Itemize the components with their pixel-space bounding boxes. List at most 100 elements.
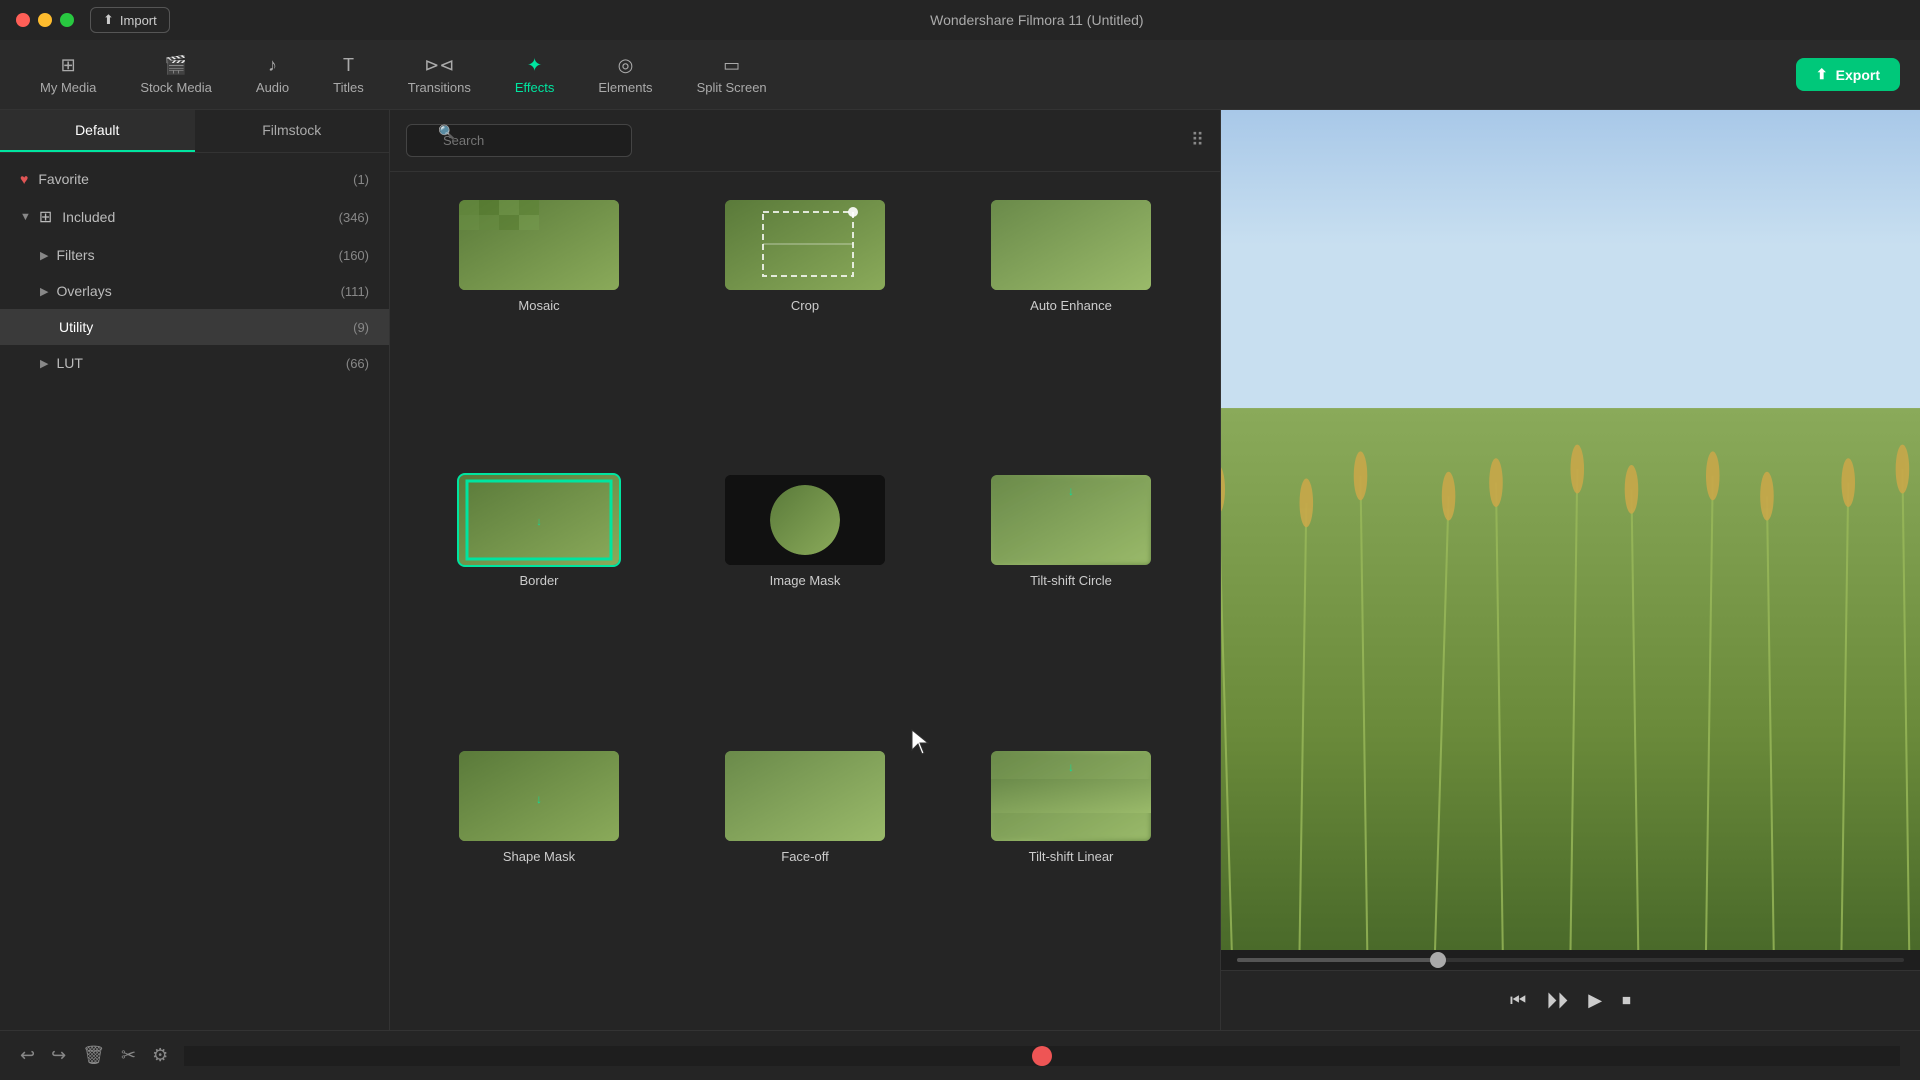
effect-item-auto-enhance[interactable]: Auto Enhance xyxy=(938,188,1204,463)
nav-item-split-screen[interactable]: ▭ Split Screen xyxy=(677,49,787,101)
sidebar: Default Filmstock ♥ Favorite (1) ▼ ⊞ Inc… xyxy=(0,110,390,1030)
export-icon: ⬆ xyxy=(1816,66,1828,83)
svg-text:↓: ↓ xyxy=(1068,484,1074,498)
included-icon: ⊞ xyxy=(39,207,52,227)
sidebar-lut-count: (66) xyxy=(346,356,369,371)
audio-icon: ♪ xyxy=(268,55,277,76)
sidebar-item-utility[interactable]: Utility (9) xyxy=(0,309,389,345)
effects-grid: Mosaic Crop xyxy=(390,172,1220,1030)
nav-label-stock-media: Stock Media xyxy=(140,80,212,95)
export-button[interactable]: ⬆ Export xyxy=(1796,58,1900,91)
effect-name-shape-mask: Shape Mask xyxy=(503,849,575,864)
nav-item-stock-media[interactable]: 🎬 Stock Media xyxy=(120,49,232,101)
effect-item-crop[interactable]: Crop xyxy=(672,188,938,463)
cut-button[interactable]: ✂ xyxy=(121,1045,136,1066)
preview-image xyxy=(1221,110,1920,950)
progress-bar-container xyxy=(1221,950,1920,970)
sidebar-tab-filmstock[interactable]: Filmstock xyxy=(195,110,390,152)
svg-text:↓: ↓ xyxy=(536,516,542,528)
split-screen-icon: ▭ xyxy=(723,55,740,76)
effect-name-auto-enhance: Auto Enhance xyxy=(1030,298,1112,313)
nav-bar: ⊞ My Media 🎬 Stock Media ♪ Audio T Title… xyxy=(0,40,1920,110)
window-controls xyxy=(16,13,74,27)
timeline-area xyxy=(184,1046,1900,1066)
transitions-icon: ⊳⊲ xyxy=(424,55,454,76)
effect-thumb-tiltshift-circle: ↓ xyxy=(991,475,1151,565)
sidebar-included-count: (346) xyxy=(339,210,369,225)
nav-item-my-media[interactable]: ⊞ My Media xyxy=(20,49,116,101)
nav-label-split-screen: Split Screen xyxy=(697,80,767,95)
grid-toggle-button[interactable]: ⠿ xyxy=(1191,130,1204,151)
effect-name-mosaic: Mosaic xyxy=(518,298,559,313)
main-content: Default Filmstock ♥ Favorite (1) ▼ ⊞ Inc… xyxy=(0,110,1920,1030)
effect-thumb-tiltshift-linear: ↓ xyxy=(991,751,1151,841)
minimize-button[interactable] xyxy=(38,13,52,27)
play-button[interactable]: ▶ xyxy=(1588,990,1602,1011)
title-bar: ⬆ Import Wondershare Filmora 11 (Untitle… xyxy=(0,0,1920,40)
close-button[interactable] xyxy=(16,13,30,27)
nav-item-elements[interactable]: ◎ Elements xyxy=(578,49,672,101)
effect-item-tiltshift-circle[interactable]: ↓ Tilt-shift Circle xyxy=(938,463,1204,738)
maximize-button[interactable] xyxy=(60,13,74,27)
sidebar-item-filters[interactable]: ▶ Filters (160) xyxy=(0,237,389,273)
effect-item-image-mask[interactable]: Image Mask xyxy=(672,463,938,738)
sidebar-included-label: Included xyxy=(62,209,115,225)
effect-item-mosaic[interactable]: Mosaic xyxy=(406,188,672,463)
search-container: 🔍 xyxy=(406,124,1179,157)
sidebar-favorite-count: (1) xyxy=(353,172,369,187)
import-label: Import xyxy=(120,13,157,28)
nav-item-titles[interactable]: T Titles xyxy=(313,49,384,101)
my-media-icon: ⊞ xyxy=(61,55,76,76)
nav-label-my-media: My Media xyxy=(40,80,96,95)
sidebar-item-lut[interactable]: ▶ LUT (66) xyxy=(0,345,389,381)
sidebar-overlays-count: (111) xyxy=(341,284,369,299)
nav-label-elements: Elements xyxy=(598,80,652,95)
app-title: Wondershare Filmora 11 (Untitled) xyxy=(170,12,1904,28)
import-button[interactable]: ⬆ Import xyxy=(90,7,170,33)
sidebar-utility-count: (9) xyxy=(353,320,369,335)
titles-icon: T xyxy=(343,55,354,76)
progress-track[interactable] xyxy=(1237,958,1904,962)
nav-item-transitions[interactable]: ⊳⊲ Transitions xyxy=(388,49,491,101)
sidebar-filters-label: Filters xyxy=(56,247,94,263)
effects-search-bar: 🔍 ⠿ xyxy=(390,110,1220,172)
effect-name-border: Border xyxy=(519,573,558,588)
settings-button[interactable]: ⚙ xyxy=(152,1045,168,1066)
sidebar-item-overlays[interactable]: ▶ Overlays (111) xyxy=(0,273,389,309)
search-icon: 🔍 xyxy=(438,124,455,141)
nav-item-audio[interactable]: ♪ Audio xyxy=(236,49,309,101)
effect-name-crop: Crop xyxy=(791,298,819,313)
preview-area xyxy=(1221,110,1920,950)
stop-button[interactable]: ⏹ xyxy=(1622,990,1631,1011)
effect-thumb-shape-mask: ↓ xyxy=(459,751,619,841)
delete-button[interactable]: 🗑 xyxy=(82,1045,105,1066)
effect-thumb-image-mask xyxy=(725,475,885,565)
stock-media-icon: 🎬 xyxy=(165,55,187,76)
effect-item-border[interactable]: ↓ Border xyxy=(406,463,672,738)
sidebar-item-favorite[interactable]: ♥ Favorite (1) xyxy=(0,161,389,197)
effect-item-tiltshift-linear[interactable]: ↓ Tilt-shift Linear xyxy=(938,739,1204,1014)
svg-text:↓: ↓ xyxy=(1068,760,1074,774)
elements-icon: ◎ xyxy=(618,55,634,76)
export-label: Export xyxy=(1836,67,1880,83)
nav-item-effects[interactable]: ✦ Effects xyxy=(495,49,575,101)
progress-thumb[interactable] xyxy=(1430,952,1446,968)
step-back-button[interactable]: ⏮ xyxy=(1510,990,1526,1011)
sidebar-tab-filmstock-label: Filmstock xyxy=(262,122,321,138)
effect-item-faceoff[interactable]: Face-off xyxy=(672,739,938,1014)
effect-item-shape-mask[interactable]: ↓ Shape Mask xyxy=(406,739,672,1014)
effects-icon: ✦ xyxy=(527,55,542,76)
effect-thumb-border: ↓ xyxy=(459,475,619,565)
sidebar-item-included[interactable]: ▼ ⊞ Included (346) xyxy=(0,197,389,237)
filters-chevron: ▶ xyxy=(40,249,48,262)
play-pause-button[interactable]: ⏵⏵ xyxy=(1546,988,1568,1014)
redo-button[interactable]: ↪ xyxy=(51,1045,66,1066)
overlays-chevron: ▶ xyxy=(40,285,48,298)
nav-label-audio: Audio xyxy=(256,80,289,95)
preview-panel: ⏮ ⏵⏵ ▶ ⏹ xyxy=(1220,110,1920,1030)
sidebar-tab-default[interactable]: Default xyxy=(0,110,195,152)
sidebar-items: ♥ Favorite (1) ▼ ⊞ Included (346) ▶ Filt… xyxy=(0,153,389,1030)
sidebar-filters-count: (160) xyxy=(339,248,369,263)
effect-name-faceoff: Face-off xyxy=(781,849,828,864)
undo-button[interactable]: ↩ xyxy=(20,1045,35,1066)
